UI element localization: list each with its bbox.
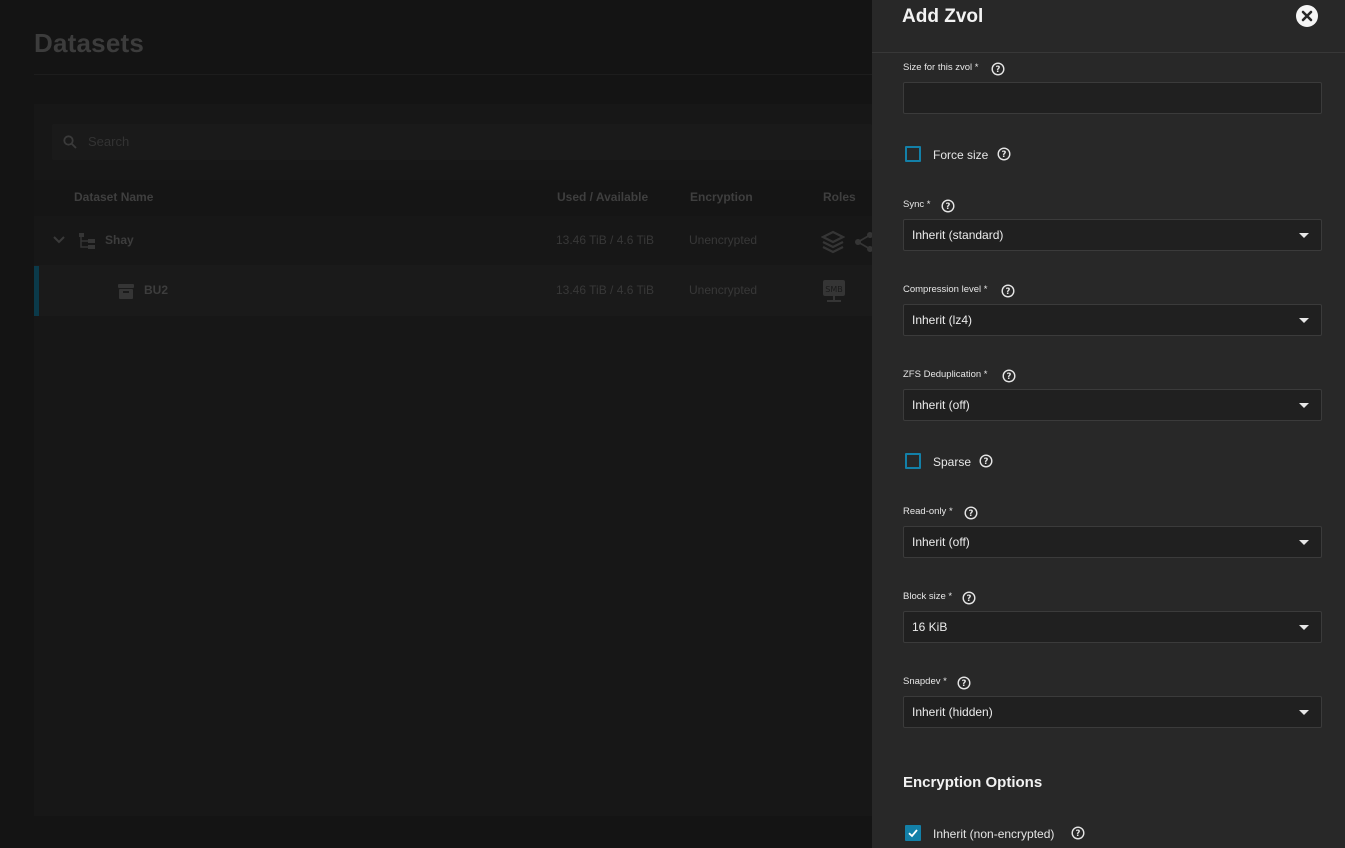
page-title: Datasets — [34, 28, 144, 58]
svg-text:?: ? — [1076, 829, 1081, 839]
dataset-tree-icon — [79, 233, 95, 249]
table-row[interactable]: BU2 13.46 TiB / 4.6 TiB Unencrypted SMB — [34, 266, 872, 316]
svg-text:?: ? — [967, 594, 972, 604]
readonly-label: Read-only * — [903, 506, 953, 517]
dataset-used: 13.46 TiB / 4.6 TiB — [556, 283, 655, 297]
svg-text:?: ? — [962, 679, 967, 689]
zvol-icon — [118, 284, 134, 299]
dataset-encryption: Unencrypted — [689, 233, 758, 247]
app-role-icon — [821, 230, 845, 254]
compression-label: Compression level * — [903, 284, 988, 295]
inherit-encryption-checkbox[interactable] — [905, 825, 921, 841]
readonly-value: Inherit (off) — [912, 535, 970, 549]
dropdown-arrow-icon — [1299, 540, 1309, 545]
search-icon — [63, 135, 77, 149]
help-icon[interactable]: ? — [991, 62, 1005, 76]
help-icon[interactable]: ? — [997, 147, 1011, 161]
dropdown-arrow-icon — [1299, 233, 1309, 238]
search-input[interactable]: Search — [88, 134, 129, 149]
blocksize-label: Block size * — [903, 591, 953, 602]
smb-share-icon: SMB — [823, 280, 845, 302]
sync-select[interactable]: Inherit (standard) — [903, 219, 1322, 251]
dropdown-arrow-icon — [1299, 318, 1309, 323]
sparse-label[interactable]: Sparse — [933, 455, 971, 469]
help-icon[interactable]: ? — [1002, 369, 1016, 383]
dropdown-arrow-icon — [1299, 710, 1309, 715]
help-icon[interactable]: ? — [941, 199, 955, 213]
sparse-checkbox[interactable] — [905, 453, 921, 469]
table-row[interactable]: Shay 13.46 TiB / 4.6 TiB Unencrypted — [34, 216, 872, 266]
table-header: Dataset Name Used / Available Encryption… — [34, 180, 872, 216]
add-zvol-panel: Add Zvol Size for this zvol * ? Force si… — [872, 0, 1345, 848]
svg-text:?: ? — [984, 457, 989, 467]
column-roles[interactable]: Roles — [823, 190, 856, 204]
help-icon[interactable]: ? — [1071, 826, 1085, 840]
force-size-checkbox[interactable] — [905, 146, 921, 162]
compression-value: Inherit (lz4) — [912, 313, 973, 327]
svg-text:SMB: SMB — [825, 285, 842, 294]
close-icon — [1301, 10, 1313, 22]
size-label: Size for this zvol * — [903, 62, 979, 73]
title-divider — [34, 74, 872, 75]
panel-header: Add Zvol — [872, 0, 1345, 53]
app-root: Datasets Search Dataset Name Used / Avai… — [0, 0, 1345, 848]
dedup-label: ZFS Deduplication * — [903, 369, 988, 380]
dedup-select[interactable]: Inherit (off) — [903, 389, 1322, 421]
column-encryption[interactable]: Encryption — [690, 190, 753, 204]
svg-text:?: ? — [996, 65, 1001, 75]
share-icon — [855, 232, 872, 252]
svg-text:?: ? — [1007, 372, 1012, 382]
svg-text:?: ? — [1006, 287, 1011, 297]
inherit-encryption-label[interactable]: Inherit (non-encrypted) — [933, 827, 1054, 841]
force-size-label[interactable]: Force size — [933, 148, 988, 162]
snapdev-label: Snapdev * — [903, 676, 947, 687]
close-button[interactable] — [1296, 5, 1318, 27]
help-icon[interactable]: ? — [1001, 284, 1015, 298]
dedup-value: Inherit (off) — [912, 398, 970, 412]
datasets-card: Search Dataset Name Used / Available Enc… — [34, 104, 872, 816]
sync-value: Inherit (standard) — [912, 228, 1004, 242]
check-icon — [908, 829, 918, 838]
svg-text:?: ? — [946, 202, 951, 212]
dataset-name: BU2 — [144, 283, 169, 297]
snapdev-value: Inherit (hidden) — [912, 705, 993, 719]
blocksize-select[interactable]: 16 KiB — [903, 611, 1322, 643]
chevron-down-icon[interactable] — [53, 236, 65, 244]
dropdown-arrow-icon — [1299, 403, 1309, 408]
panel-title: Add Zvol — [902, 6, 984, 27]
dataset-name: Shay — [105, 233, 134, 247]
size-input[interactable] — [903, 82, 1322, 114]
svg-text:?: ? — [969, 509, 974, 519]
snapdev-select[interactable]: Inherit (hidden) — [903, 696, 1322, 728]
dropdown-arrow-icon — [1299, 625, 1309, 630]
blocksize-value: 16 KiB — [912, 620, 948, 634]
compression-select[interactable]: Inherit (lz4) — [903, 304, 1322, 336]
dataset-encryption: Unencrypted — [689, 283, 758, 297]
svg-text:?: ? — [1002, 150, 1007, 160]
sync-label: Sync * — [903, 199, 931, 210]
help-icon[interactable]: ? — [979, 454, 993, 468]
help-icon[interactable]: ? — [964, 506, 978, 520]
encryption-section-title: Encryption Options — [903, 774, 1043, 791]
column-used-available[interactable]: Used / Available — [557, 190, 648, 204]
dataset-used: 13.46 TiB / 4.6 TiB — [556, 233, 655, 247]
readonly-select[interactable]: Inherit (off) — [903, 526, 1322, 558]
column-dataset-name[interactable]: Dataset Name — [74, 190, 153, 204]
help-icon[interactable]: ? — [957, 676, 971, 690]
help-icon[interactable]: ? — [962, 591, 976, 605]
search-box[interactable]: Search — [52, 124, 872, 160]
